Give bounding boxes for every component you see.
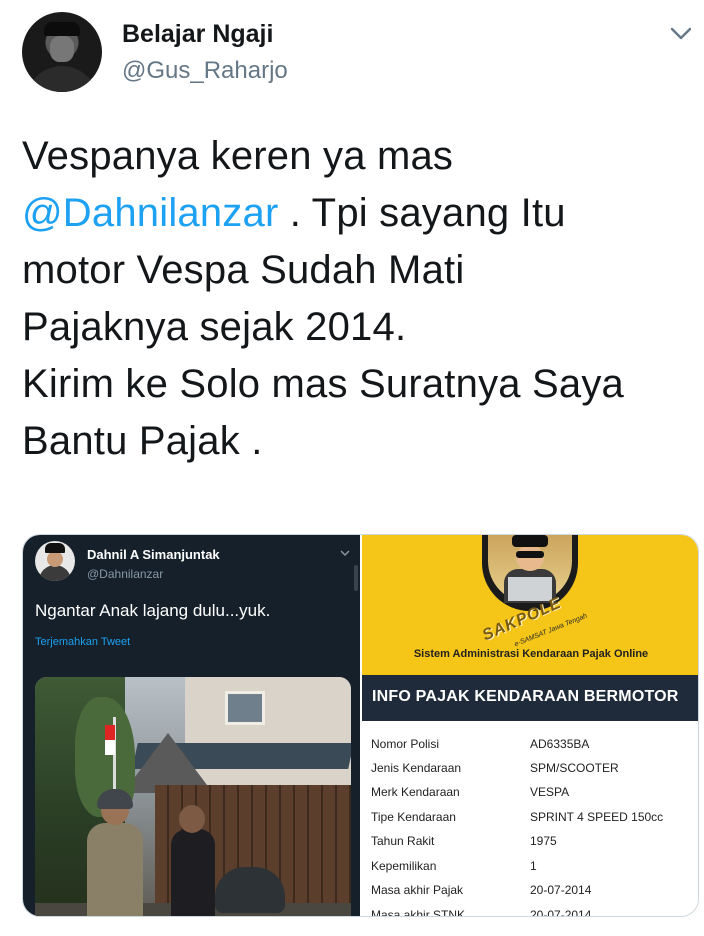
tweet-text-line: motor Vespa Sudah Mati <box>22 248 465 292</box>
row-value: 20-07-2014 <box>530 908 592 917</box>
avatar-hat <box>44 22 80 36</box>
row-label: Jenis Kendaraan <box>371 761 462 775</box>
row-value: VESPA <box>530 785 570 799</box>
translate-tweet-link: Terjemahkan Tweet <box>35 636 131 648</box>
logo-officer-face <box>516 545 544 571</box>
tweet-card: Belajar Ngaji @Gus_Raharjo Vespanya kere… <box>0 0 704 936</box>
row-value: 1975 <box>530 834 557 848</box>
tweet-text: Vespanya keren ya mas @Dahnilanzar . Tpi… <box>22 128 692 470</box>
mention-link[interactable]: @Dahnilanzar <box>22 191 278 235</box>
tweet-text-line: Kirim ke Solo mas Suratnya Saya <box>22 362 625 406</box>
row-label: Kepemilikan <box>371 859 437 873</box>
row-label: Masa akhir STNK <box>371 908 466 917</box>
table-row: Masa akhir Pajak 20-07-2014 <box>362 877 698 901</box>
avatar-face <box>50 36 74 62</box>
tweet-text-segment: . Tpi sayang Itu <box>278 191 566 235</box>
row-label: Merk Kendaraan <box>371 785 460 799</box>
embedded-avatar-cap <box>45 543 65 553</box>
table-row: Kepemilikan 1 <box>362 853 698 877</box>
attached-media[interactable]: Dahnil A Simanjuntak @Dahnilanzar Nganta… <box>22 534 699 917</box>
embedded-tweet-text: Ngantar Anak lajang dulu...yuk. <box>35 601 271 620</box>
embedded-chevron-down-icon <box>340 550 350 556</box>
embedded-photo <box>35 677 351 916</box>
embedded-author-handle: @Dahnilanzar <box>87 567 164 581</box>
row-label: Masa akhir Pajak <box>371 883 464 897</box>
avatar-figure <box>26 66 98 92</box>
embedded-author-avatar <box>35 541 75 581</box>
embedded-tweet-screenshot[interactable]: Dahnil A Simanjuntak @Dahnilanzar Nganta… <box>23 535 360 916</box>
author-handle[interactable]: @Gus_Raharjo <box>122 57 288 85</box>
row-value: SPM/SCOOTER <box>530 761 619 775</box>
row-value: SPRINT 4 SPEED 150cc <box>530 810 664 824</box>
photo-person-head <box>179 805 205 833</box>
tweet-text-line: Vespanya keren ya mas <box>22 134 454 178</box>
photo-person <box>87 823 143 916</box>
photo-flag <box>105 725 115 755</box>
row-label: Nomor Polisi <box>371 737 440 751</box>
table-row: Tahun Rakit 1975 <box>362 828 698 852</box>
embedded-avatar-face <box>47 551 63 567</box>
author-display-name[interactable]: Belajar Ngaji <box>122 20 273 49</box>
tweet-text-line: @Dahnilanzar . Tpi sayang Itu <box>22 185 692 242</box>
logo-laptop <box>508 577 552 601</box>
tweet-text-line: Pajaknya sejak 2014. <box>22 305 407 349</box>
chevron-down-icon[interactable] <box>666 22 696 44</box>
photo-window <box>225 691 265 725</box>
tweet-text-line: Bantu Pajak . <box>22 419 263 463</box>
photo-scooter <box>215 867 285 913</box>
row-label: Tipe Kendaraan <box>371 810 456 824</box>
table-row: Merk Kendaraan VESPA <box>362 779 698 803</box>
embedded-avatar-body <box>39 565 71 581</box>
table-row: Masa akhir STNK 20-07-2014 <box>362 902 698 917</box>
section-title: INFO PAJAK KENDARAAN BERMOTOR <box>372 688 679 705</box>
embedded-scrollbar <box>354 565 358 591</box>
row-label: Tahun Rakit <box>371 834 435 848</box>
samsat-screenshot[interactable]: SAKPOLE e-SAMSAT Jawa Tengah Sistem Admi… <box>362 535 698 917</box>
logo-sunglasses <box>516 551 544 558</box>
system-name: Sistem Administrasi Kendaraan Pajak Onli… <box>413 648 649 660</box>
row-value: AD6335BA <box>530 737 590 751</box>
embedded-author-name: Dahnil A Simanjuntak <box>87 547 220 562</box>
table-row: Nomor Polisi AD6335BA <box>362 731 698 755</box>
table-row: Jenis Kendaraan SPM/SCOOTER <box>362 755 698 779</box>
table-row: Tipe Kendaraan SPRINT 4 SPEED 150cc <box>362 804 698 828</box>
row-value: 1 <box>530 859 537 873</box>
photo-house <box>185 677 351 787</box>
photo-person <box>171 829 215 916</box>
row-value: 20-07-2014 <box>530 883 592 897</box>
logo-police-cap <box>512 535 548 547</box>
author-avatar[interactable] <box>22 12 102 92</box>
